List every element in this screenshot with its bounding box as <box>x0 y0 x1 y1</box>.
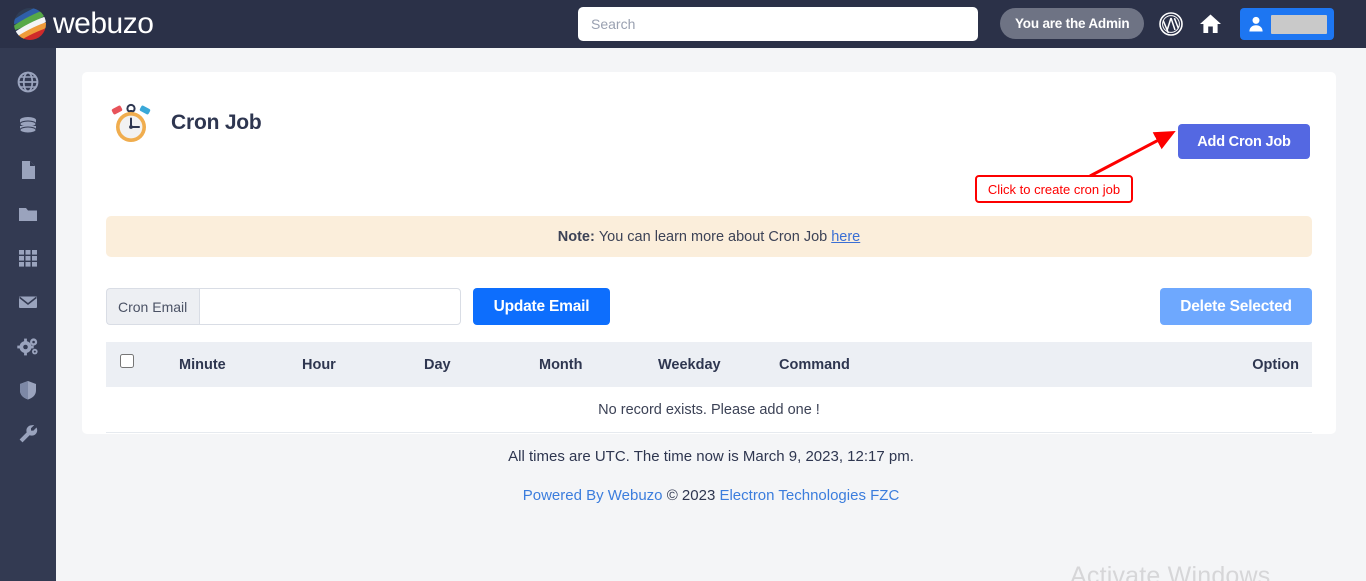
sidebar-item-folder[interactable] <box>0 192 56 236</box>
user-menu-button[interactable] <box>1240 8 1334 40</box>
column-header-option: Option <box>1252 356 1299 373</box>
note-text: You can learn more about Cron Job <box>598 228 828 245</box>
delete-selected-button[interactable]: Delete Selected <box>1160 288 1312 325</box>
column-header-weekday: Weekday <box>658 356 721 373</box>
file-icon <box>22 161 35 179</box>
add-cron-job-button[interactable]: Add Cron Job <box>1178 124 1310 159</box>
cron-jobs-table: Minute Hour Day Month Weekday Command Op… <box>106 342 1312 433</box>
note-link-here[interactable]: here <box>831 229 860 245</box>
cron-job-card: Cron Job Add Cron Job Note: You can lear… <box>82 72 1336 434</box>
select-all-checkbox-cell[interactable] <box>120 354 134 372</box>
footer-copyright: © 2023 <box>666 487 716 504</box>
cron-email-input-group: Cron Email <box>106 288 461 325</box>
gears-icon <box>17 338 38 356</box>
empty-state-row: No record exists. Please add one ! <box>106 387 1312 432</box>
sidebar-item-tools[interactable] <box>0 412 56 456</box>
sidebar-item-database[interactable] <box>0 104 56 148</box>
windows-activation-watermark: Activate Windows <box>1070 562 1271 581</box>
page-title: Cron Job <box>171 111 262 134</box>
column-header-command: Command <box>779 356 850 373</box>
folder-icon <box>19 208 37 221</box>
sidebar-item-grid[interactable] <box>0 236 56 280</box>
select-all-checkbox[interactable] <box>120 354 134 368</box>
user-icon <box>1249 16 1263 32</box>
table-divider <box>106 432 1312 433</box>
footer-link-webuzo[interactable]: Powered By Webuzo <box>523 487 663 504</box>
note-label: Note: <box>557 228 595 245</box>
sidebar-item-globe[interactable] <box>0 60 56 104</box>
user-name-redacted <box>1271 14 1327 34</box>
annotation-callout: Click to create cron job <box>975 175 1133 203</box>
brand[interactable]: webuzo <box>14 8 264 40</box>
grid-icon <box>19 250 37 267</box>
stopwatch-icon <box>106 98 156 148</box>
top-bar: webuzo You are the Admin <box>0 0 1366 48</box>
globe-icon <box>17 71 39 93</box>
table-header-row: Minute Hour Day Month Weekday Command Op… <box>106 342 1312 387</box>
column-header-minute: Minute <box>179 356 226 373</box>
footer-time-notice: All times are UTC. The time now is March… <box>508 448 914 465</box>
database-icon <box>19 117 37 134</box>
admin-badge: You are the Admin <box>1000 8 1145 39</box>
wrench-icon <box>19 424 38 443</box>
home-icon[interactable] <box>1197 11 1223 37</box>
cron-email-row: Cron Email Update Email Delete Selected <box>106 288 1312 325</box>
cron-email-label: Cron Email <box>106 288 199 325</box>
sidebar-item-mail[interactable] <box>0 280 56 324</box>
footer: All times are UTC. The time now is March… <box>56 448 1366 504</box>
update-email-button[interactable]: Update Email <box>473 288 610 325</box>
column-header-hour: Hour <box>302 356 336 373</box>
sidebar-item-settings[interactable] <box>0 324 56 368</box>
sidebar-item-file[interactable] <box>0 148 56 192</box>
envelope-icon <box>19 296 37 308</box>
main-content: Cron Job Add Cron Job Note: You can lear… <box>56 48 1366 581</box>
shield-icon <box>20 381 36 400</box>
search-input[interactable] <box>578 7 978 41</box>
cron-email-input[interactable] <box>199 288 461 325</box>
wordpress-icon[interactable] <box>1158 11 1184 37</box>
sidebar-item-security[interactable] <box>0 368 56 412</box>
sidebar <box>0 48 56 581</box>
card-header: Cron Job <box>106 98 262 148</box>
footer-credits: Powered By Webuzo © 2023 Electron Techno… <box>56 487 1366 504</box>
brand-name: webuzo <box>53 7 154 40</box>
webuzo-logo-icon <box>14 8 46 40</box>
search-box[interactable] <box>578 7 978 41</box>
footer-link-company[interactable]: Electron Technologies FZC <box>719 487 899 504</box>
note-banner: Note: You can learn more about Cron Job … <box>106 216 1312 257</box>
column-header-month: Month <box>539 356 583 373</box>
column-header-day: Day <box>424 356 451 373</box>
